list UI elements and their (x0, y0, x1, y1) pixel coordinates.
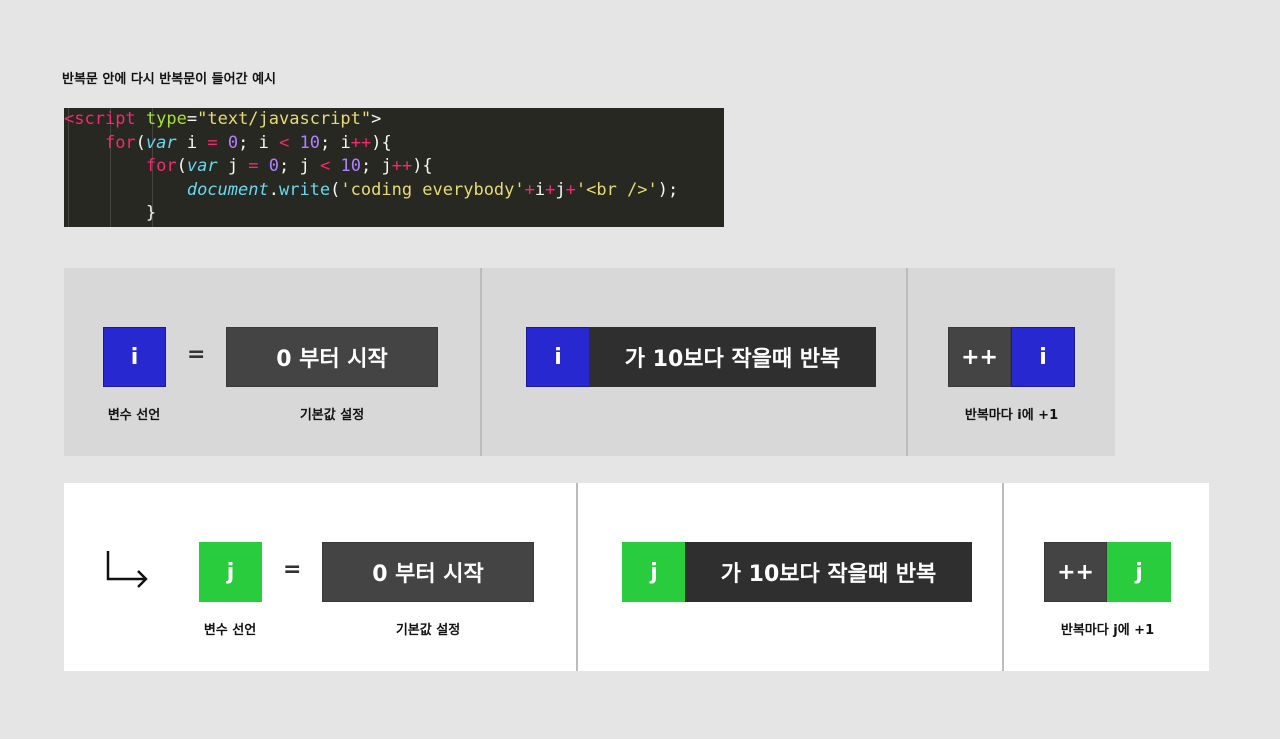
cond-var-box: j (622, 542, 686, 602)
return-arrow-icon (104, 549, 150, 589)
code-block: <script type="text/javascript"> for(var … (64, 108, 724, 227)
increment-op-box: ++ (948, 327, 1011, 387)
increment-var-box: i (1011, 327, 1075, 387)
increment-caption: 반복마다 j에 +1 (1060, 623, 1155, 638)
code-line-3: for(var j = 0; j < 10; j++){ (145, 156, 433, 176)
init-caption: 기본값 설정 (395, 623, 461, 638)
page-title: 반복문 안에 다시 반복문이 들어간 예시 (62, 72, 276, 87)
code-line-4: document.write('coding everybody'+i+j+'<… (186, 179, 679, 200)
outer-loop-panel: i = 0 부터 시작 변수 선언 기본값 설정 i 가 10보다 작을때 반복… (64, 268, 1115, 456)
var-declare-caption: 변수 선언 (203, 623, 257, 638)
inner-loop-panel: j = 0 부터 시작 변수 선언 기본값 설정 j 가 10보다 작을때 반복… (64, 483, 1209, 671)
increment-op-box: ++ (1044, 542, 1107, 602)
equals-sign: = (187, 342, 206, 367)
condition-box: 가 10보다 작을때 반복 (589, 327, 876, 387)
equals-sign: = (283, 557, 302, 582)
init-value-box: 0 부터 시작 (226, 327, 438, 387)
panel-divider (480, 268, 482, 456)
inner-var-box: j (199, 542, 262, 602)
increment-var-box: j (1107, 542, 1171, 602)
code-line-1: <script type="text/javascript"> (64, 109, 382, 129)
code-line-2: for(var i = 0; i < 10; i++){ (104, 132, 392, 153)
init-value-box: 0 부터 시작 (322, 542, 534, 602)
init-caption: 기본값 설정 (299, 408, 365, 423)
panel-divider (1002, 483, 1004, 671)
cond-var-box: i (526, 327, 590, 387)
outer-var-box: i (103, 327, 166, 387)
increment-caption: 반복마다 i에 +1 (964, 408, 1059, 423)
var-declare-caption: 변수 선언 (107, 408, 161, 423)
panel-divider (906, 268, 908, 456)
condition-box: 가 10보다 작을때 반복 (685, 542, 972, 602)
code-line-5: } (145, 203, 157, 223)
panel-divider (576, 483, 578, 671)
